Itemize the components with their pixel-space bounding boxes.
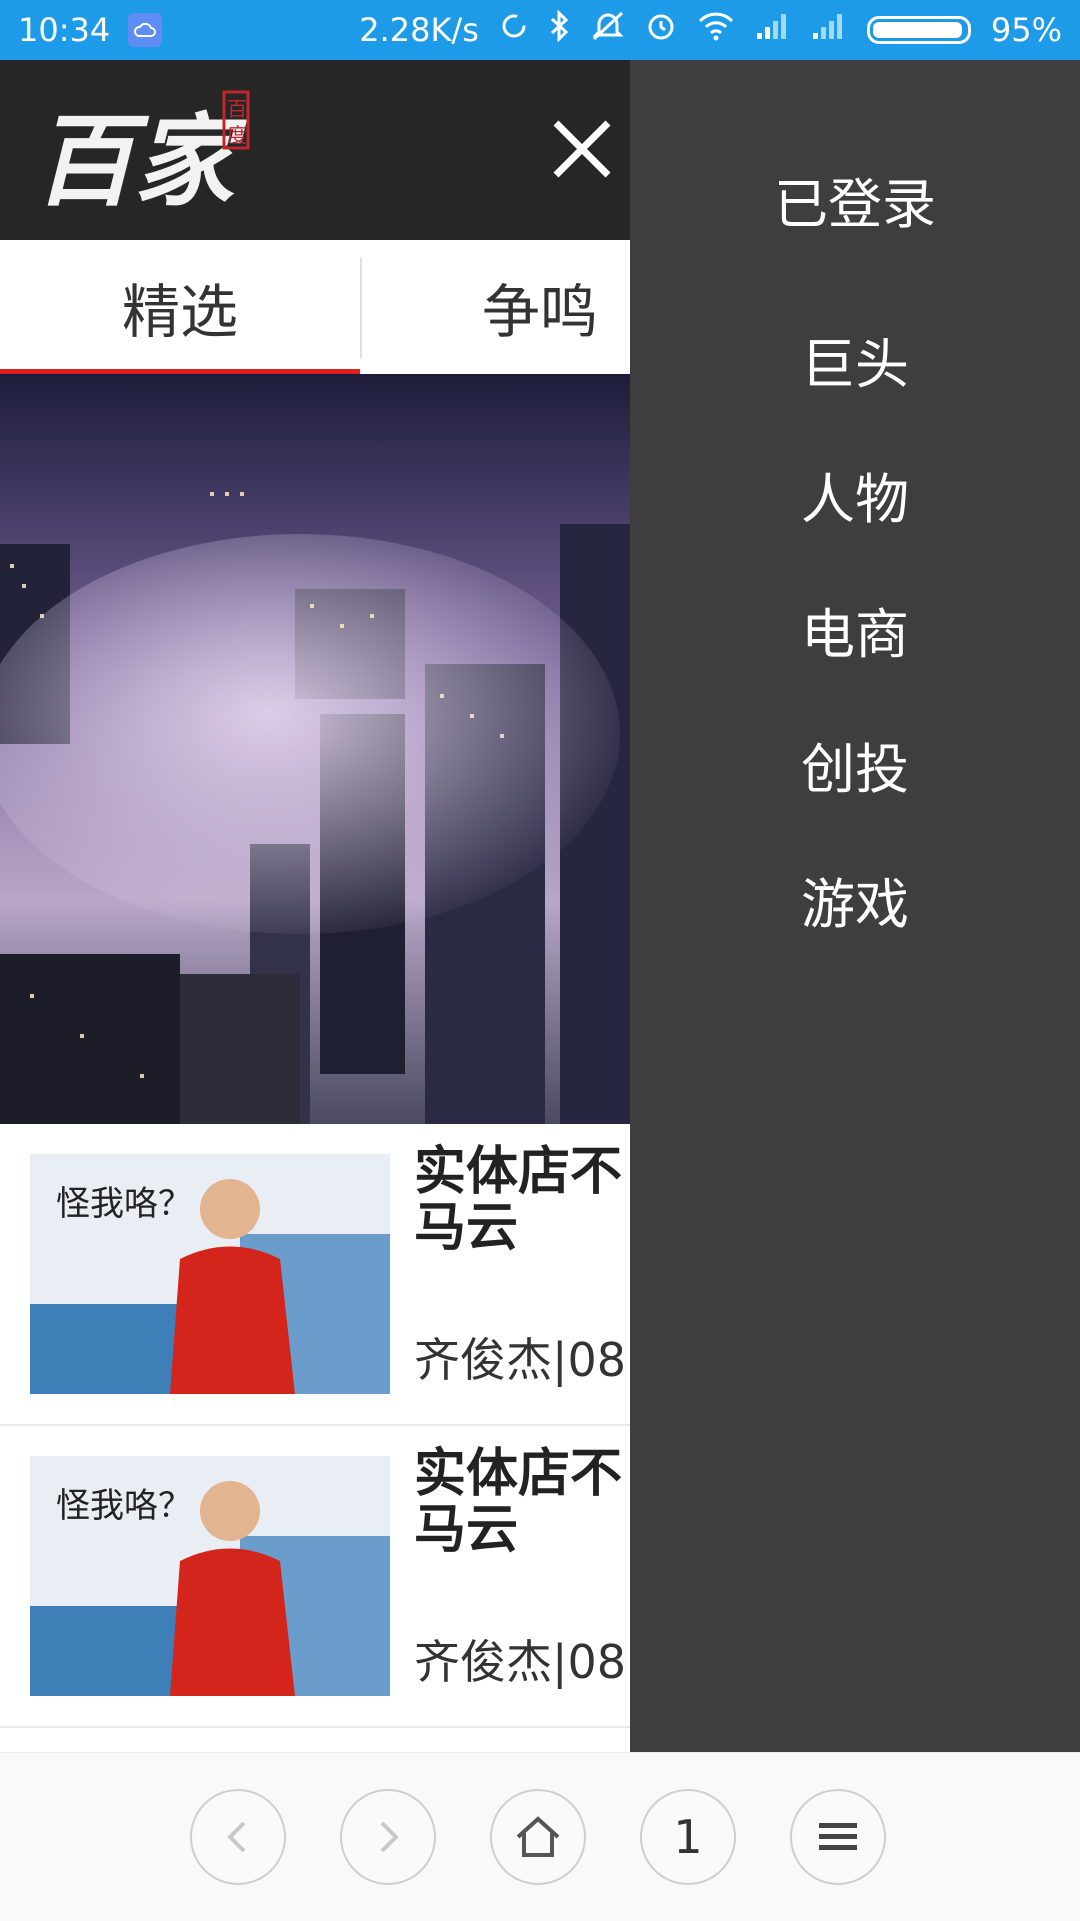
home-icon [516,1816,560,1857]
browser-toolbar: 1 [0,1752,1080,1921]
battery-percent: 95% [990,11,1062,49]
cloud-icon [128,13,163,47]
sync-icon [499,11,529,49]
thumbnail-caption: 怪我咯？ [56,1486,192,1526]
back-button[interactable] [190,1789,286,1885]
mute-icon [591,10,625,50]
svg-text:百: 百 [227,97,247,121]
news-meta: 齐俊杰|08: [414,1333,630,1387]
wifi-icon [697,11,735,49]
bluetooth-icon [549,9,571,50]
signal-icon [755,11,791,49]
news-thumbnail: 怪我咯？ [30,1154,390,1394]
thumbnail-caption: 怪我咯？ [56,1184,192,1224]
hero-image[interactable] [0,374,630,1124]
home-button[interactable] [490,1789,586,1885]
status-time: 10:34 [18,11,111,49]
drawer-item-games[interactable]: 游戏 [630,860,1080,939]
svg-text:度: 度 [227,123,247,147]
drawer-item-people[interactable]: 人物 [630,455,1080,534]
alarm-icon [645,10,677,50]
chevron-right-icon [380,1821,399,1853]
close-drawer-button[interactable] [548,115,616,183]
baijia-logo[interactable]: 百家 百 度 [34,86,254,220]
drawer-item-giants[interactable]: 巨头 [630,320,1080,399]
hamburger-menu-icon [819,1823,857,1850]
side-drawer: 已登录 巨头 人物 电商 创投 游戏 [630,60,1080,1752]
signal-icon-2 [811,11,847,49]
forward-button[interactable] [340,1789,436,1885]
menu-button[interactable] [790,1789,886,1885]
news-title-line1: 实体店不 [414,1444,623,1504]
news-meta: 齐俊杰|08: [414,1635,630,1689]
chevron-left-icon [227,1821,246,1853]
svg-text:百家: 百家 [34,102,248,216]
category-tabs: 精选 争鸣 [0,240,630,375]
news-item[interactable]: 怪我咯？ 实体店不 马云 齐俊杰|08: [0,1426,630,1728]
news-title-line2: 马云 [414,1198,519,1258]
news-item[interactable]: 怪我咯？ 实体店不 马云 齐俊杰|08: [0,1124,630,1426]
app-header: 百家 百 度 [0,60,630,240]
battery-icon [866,16,971,44]
news-title-line2: 马云 [414,1500,519,1560]
close-icon [553,120,611,178]
news-title-line1: 实体店不 [414,1142,623,1202]
status-bar: 10:34 2.28K/s 95% [0,0,1080,60]
login-status[interactable]: 已登录 [630,160,1080,239]
drawer-item-ecommerce[interactable]: 电商 [630,590,1080,669]
tab-featured[interactable]: 精选 [0,240,360,374]
news-title: 实体店不 马云 [414,1446,630,1558]
tab-debate[interactable]: 争鸣 [362,240,630,374]
main-content: 百家 百 度 精选 争鸣 怪我咯？ 实体店不 马云 齐俊杰|08: 怪我咯？ 实… [0,60,630,1752]
drawer-item-venture[interactable]: 创投 [630,725,1080,804]
network-speed: 2.28K/s [359,11,479,49]
news-thumbnail: 怪我咯？ [30,1456,390,1696]
tabs-button[interactable]: 1 [640,1789,736,1885]
tabs-count: 1 [673,1810,703,1864]
news-title: 实体店不 马云 [414,1144,630,1256]
